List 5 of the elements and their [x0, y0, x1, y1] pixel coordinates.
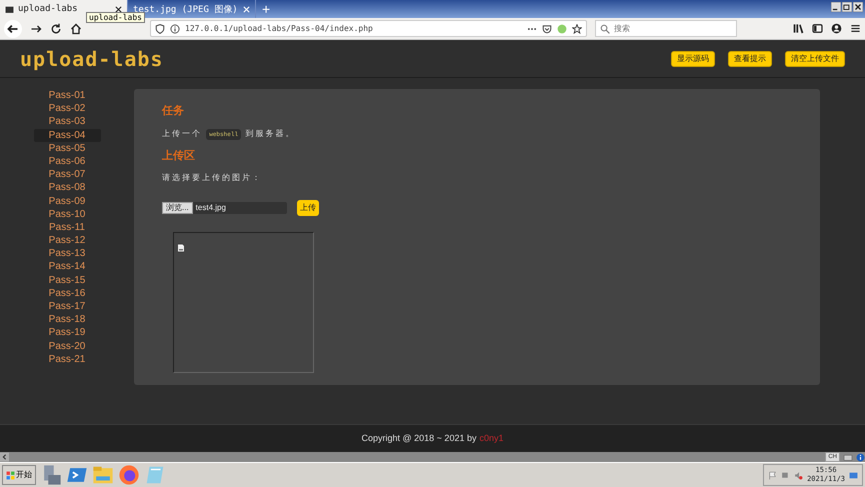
tooltip: upload-labs — [86, 12, 145, 23]
copyright-text: Copyright @ 2018 ~ 2021 by — [362, 432, 476, 445]
upload-prompt: 请选择要上传的图片： — [162, 172, 263, 184]
section-heading: 上传区 — [162, 148, 196, 164]
section-heading: 任务 — [162, 104, 185, 119]
